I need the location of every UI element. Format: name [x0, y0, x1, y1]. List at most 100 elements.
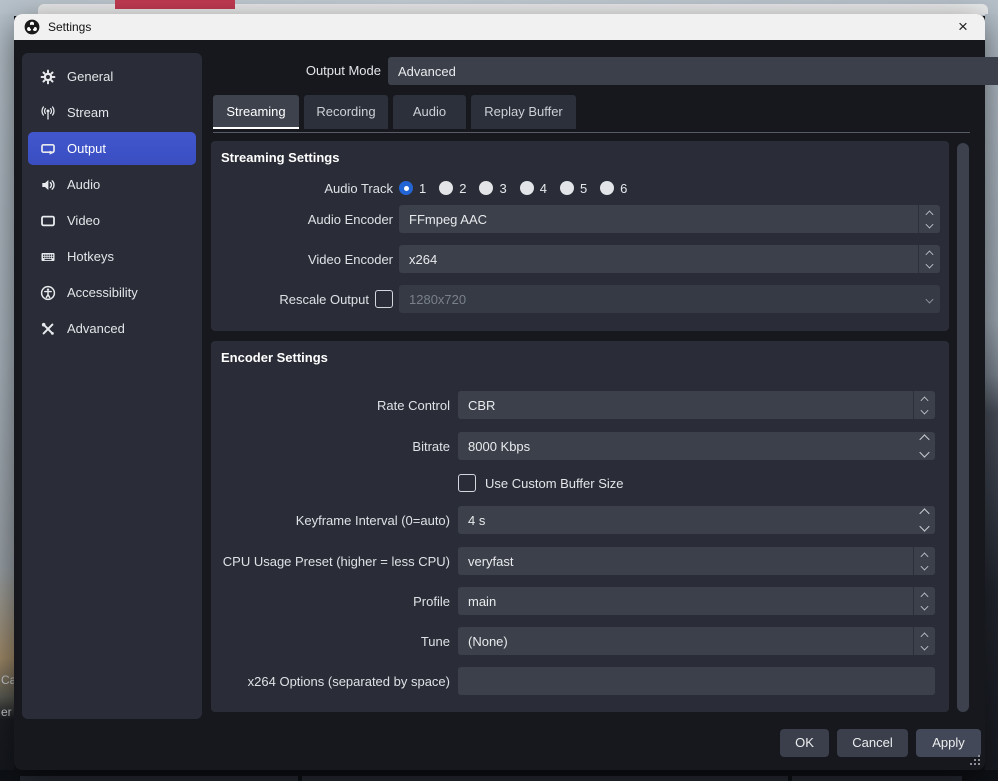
- cpu-preset-value: veryfast: [458, 554, 913, 569]
- sidebar-item-label: Stream: [67, 105, 109, 120]
- audio-track-2-label: 2: [459, 181, 466, 196]
- monitor-icon: [40, 213, 56, 229]
- background-dock-panel: [302, 776, 788, 781]
- settings-sidebar: General Stream Output Audio Video: [22, 53, 202, 719]
- bitrate-row: Bitrate 8000 Kbps: [211, 432, 949, 460]
- profile-select[interactable]: main: [458, 587, 935, 615]
- sidebar-item-stream[interactable]: Stream: [28, 96, 196, 129]
- audio-encoder-select[interactable]: FFmpeg AAC: [399, 205, 940, 233]
- keyframe-interval-spinner[interactable]: 4 s: [458, 506, 935, 534]
- profile-value: main: [458, 594, 913, 609]
- video-encoder-label: Video Encoder: [219, 252, 393, 267]
- sidebar-item-audio[interactable]: Audio: [28, 168, 196, 201]
- bitrate-spinner[interactable]: 8000 Kbps: [458, 432, 935, 460]
- audio-track-6-radio[interactable]: [600, 181, 614, 195]
- sidebar-item-label: Output: [67, 141, 106, 156]
- background-red-strip: [115, 0, 235, 9]
- audio-track-radios: 1 2 3 4 5 6: [399, 181, 940, 196]
- tab-audio[interactable]: Audio: [393, 95, 466, 129]
- sidebar-item-advanced[interactable]: Advanced: [28, 312, 196, 345]
- spinner-arrows-icon[interactable]: [913, 506, 935, 534]
- combo-arrows-icon[interactable]: [913, 547, 935, 575]
- combo-arrows-icon[interactable]: [918, 205, 940, 233]
- streaming-settings-heading: Streaming Settings: [221, 150, 339, 165]
- sidebar-item-label: General: [67, 69, 113, 84]
- combo-arrows-icon[interactable]: [918, 245, 940, 273]
- audio-encoder-row: Audio Encoder FFmpeg AAC: [211, 205, 949, 233]
- audio-track-2-radio[interactable]: [439, 181, 453, 195]
- rate-control-label: Rate Control: [219, 398, 450, 413]
- x264-options-input[interactable]: [458, 667, 935, 695]
- combo-arrow-down-icon: [918, 285, 940, 313]
- obs-logo-icon: [24, 19, 40, 35]
- close-icon[interactable]: ×: [951, 15, 975, 39]
- audio-track-6-label: 6: [620, 181, 627, 196]
- streaming-settings-panel: Streaming Settings Audio Track 1 2 3 4 5…: [211, 141, 949, 331]
- sidebar-item-accessibility[interactable]: Accessibility: [28, 276, 196, 309]
- custom-buffer-row: Use Custom Buffer Size: [211, 473, 949, 493]
- tab-replay-buffer[interactable]: Replay Buffer: [471, 95, 576, 129]
- apply-button[interactable]: Apply: [916, 729, 981, 757]
- cancel-button[interactable]: Cancel: [837, 729, 908, 757]
- desktop-right-strip: [985, 14, 998, 781]
- combo-arrows-icon[interactable]: [913, 587, 935, 615]
- titlebar[interactable]: Settings ×: [14, 14, 985, 40]
- rescale-output-row: Rescale Output 1280x720: [211, 285, 949, 313]
- output-mode-value: Advanced: [388, 64, 998, 79]
- rate-control-row: Rate Control CBR: [211, 391, 949, 419]
- sidebar-item-hotkeys[interactable]: Hotkeys: [28, 240, 196, 273]
- combo-arrows-icon[interactable]: [913, 627, 935, 655]
- tab-streaming[interactable]: Streaming: [213, 95, 299, 129]
- tune-row: Tune (None): [211, 627, 949, 655]
- audio-track-3-radio[interactable]: [479, 181, 493, 195]
- sidebar-item-output[interactable]: Output: [28, 132, 196, 165]
- x264-options-label: x264 Options (separated by space): [219, 674, 450, 689]
- video-encoder-select[interactable]: x264: [399, 245, 940, 273]
- audio-track-4-radio[interactable]: [520, 181, 534, 195]
- rescale-output-labelbox: Rescale Output: [219, 290, 393, 308]
- output-mode-label: Output Mode: [214, 57, 381, 84]
- audio-track-1-radio[interactable]: [399, 181, 413, 195]
- custom-buffer-checkbox[interactable]: [458, 474, 476, 492]
- cpu-preset-row: CPU Usage Preset (higher = less CPU) ver…: [211, 547, 949, 575]
- audio-encoder-value: FFmpeg AAC: [399, 212, 918, 227]
- sidebar-item-video[interactable]: Video: [28, 204, 196, 237]
- profile-label: Profile: [219, 594, 450, 609]
- rescale-resolution-select[interactable]: 1280x720: [399, 285, 940, 313]
- rescale-resolution-value: 1280x720: [399, 292, 918, 307]
- tune-label: Tune: [219, 634, 450, 649]
- profile-row: Profile main: [211, 587, 949, 615]
- combo-arrows-icon[interactable]: [913, 391, 935, 419]
- content-scrollbar[interactable]: [957, 143, 969, 712]
- rate-control-select[interactable]: CBR: [458, 391, 935, 419]
- rescale-output-checkbox[interactable]: [375, 290, 393, 308]
- audio-encoder-label: Audio Encoder: [219, 212, 393, 227]
- bitrate-label: Bitrate: [219, 439, 450, 454]
- audio-track-5-label: 5: [580, 181, 587, 196]
- audio-track-4-label: 4: [540, 181, 547, 196]
- background-dock-panel: [20, 776, 298, 781]
- window-title: Settings: [48, 20, 91, 34]
- background-dock-panel: [792, 776, 962, 781]
- output-display-icon: [40, 141, 56, 157]
- keyboard-icon: [40, 249, 56, 265]
- rate-control-value: CBR: [458, 398, 913, 413]
- output-mode-select[interactable]: Advanced: [388, 57, 998, 85]
- tune-value: (None): [458, 634, 913, 649]
- audio-track-5-radio[interactable]: [560, 181, 574, 195]
- desktop-left-strip: [0, 14, 14, 781]
- settings-window: Settings × General Stream Output Au: [14, 14, 985, 770]
- sidebar-item-label: Advanced: [67, 321, 125, 336]
- bitrate-value: 8000 Kbps: [458, 439, 913, 454]
- output-tabs: Streaming Recording Audio Replay Buffer: [213, 95, 576, 129]
- tune-select[interactable]: (None): [458, 627, 935, 655]
- encoder-settings-heading: Encoder Settings: [221, 350, 328, 365]
- sidebar-item-label: Hotkeys: [67, 249, 114, 264]
- cpu-preset-select[interactable]: veryfast: [458, 547, 935, 575]
- sidebar-item-general[interactable]: General: [28, 60, 196, 93]
- ok-button[interactable]: OK: [780, 729, 829, 757]
- spinner-arrows-icon[interactable]: [913, 432, 935, 460]
- tools-icon: [40, 321, 56, 337]
- resize-grip[interactable]: [970, 755, 980, 765]
- tab-recording[interactable]: Recording: [304, 95, 388, 129]
